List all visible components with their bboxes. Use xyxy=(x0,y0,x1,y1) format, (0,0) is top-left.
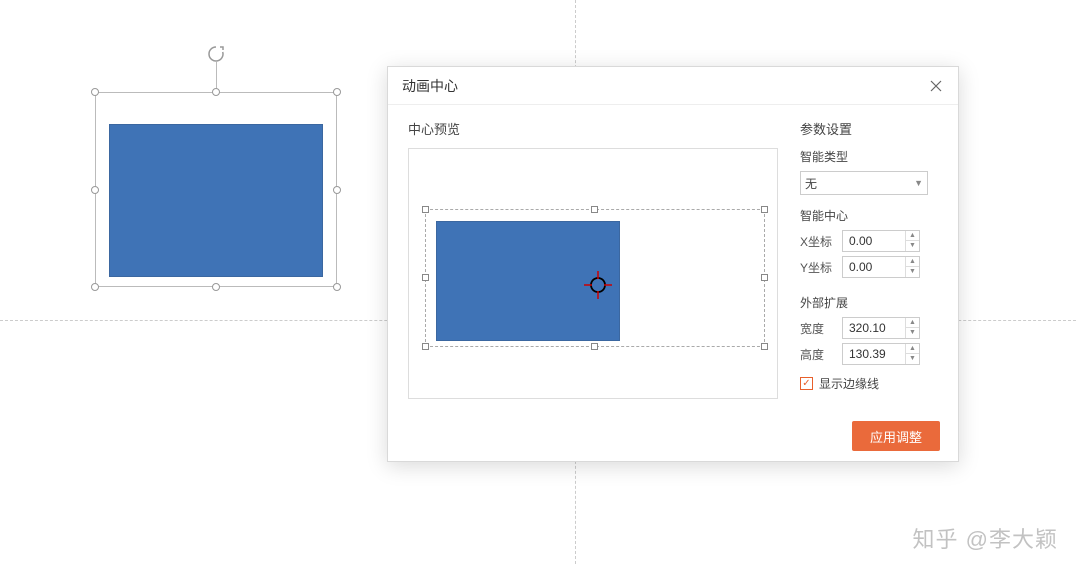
center-crosshair-icon[interactable] xyxy=(584,271,612,304)
external-extent-label: 外部扩展 xyxy=(800,294,940,311)
y-spin-down[interactable]: ▼ xyxy=(906,267,919,277)
width-input[interactable]: 320.10 ▲▼ xyxy=(842,317,920,339)
chevron-down-icon: ▼ xyxy=(914,178,923,188)
extent-handle-tr[interactable] xyxy=(761,206,768,213)
w-spin-down[interactable]: ▼ xyxy=(906,328,919,338)
y-coord-input[interactable]: 0.00 ▲▼ xyxy=(842,256,920,278)
shape-rectangle[interactable] xyxy=(109,124,323,277)
height-label: 高度 xyxy=(800,346,842,363)
smart-type-label: 智能类型 xyxy=(800,148,940,165)
x-spin-down[interactable]: ▼ xyxy=(906,241,919,251)
watermark-text: 知乎 @李大颖 xyxy=(913,522,1058,554)
close-icon[interactable] xyxy=(928,78,944,94)
width-value: 320.10 xyxy=(843,321,905,335)
height-value: 130.39 xyxy=(843,347,905,361)
w-spin-up[interactable]: ▲ xyxy=(906,318,919,328)
params-section-title: 参数设置 xyxy=(800,119,940,138)
animation-center-dialog: 动画中心 中心预览 xyxy=(387,66,959,462)
height-input[interactable]: 130.39 ▲▼ xyxy=(842,343,920,365)
h-spin-up[interactable]: ▲ xyxy=(906,344,919,354)
resize-handle-ml[interactable] xyxy=(91,186,99,194)
show-edge-line-checkbox[interactable]: ✓ 显示边缘线 xyxy=(800,375,940,392)
smart-center-label: 智能中心 xyxy=(800,207,940,224)
x-coord-input[interactable]: 0.00 ▲▼ xyxy=(842,230,920,252)
resize-handle-br[interactable] xyxy=(333,283,341,291)
center-preview-box[interactable] xyxy=(408,148,778,399)
extent-handle-bl[interactable] xyxy=(422,343,429,350)
resize-handle-tm[interactable] xyxy=(212,88,220,96)
extent-handle-mr[interactable] xyxy=(761,274,768,281)
dialog-titlebar[interactable]: 动画中心 xyxy=(388,67,958,105)
smart-type-select[interactable]: 无 ▼ xyxy=(800,171,928,195)
resize-handle-mr[interactable] xyxy=(333,186,341,194)
y-coord-label: Y坐标 xyxy=(800,259,842,276)
canvas-selected-object[interactable] xyxy=(95,92,337,287)
width-label: 宽度 xyxy=(800,320,842,337)
x-coord-label: X坐标 xyxy=(800,233,842,250)
preview-section-title: 中心预览 xyxy=(408,119,778,138)
resize-handle-tl[interactable] xyxy=(91,88,99,96)
extent-handle-tl[interactable] xyxy=(422,206,429,213)
extent-handle-bm[interactable] xyxy=(591,343,598,350)
apply-button[interactable]: 应用调整 xyxy=(852,421,940,451)
extent-handle-br[interactable] xyxy=(761,343,768,350)
resize-handle-tr[interactable] xyxy=(333,88,341,96)
dialog-title: 动画中心 xyxy=(402,76,458,96)
resize-handle-bm[interactable] xyxy=(212,283,220,291)
extent-handle-ml[interactable] xyxy=(422,274,429,281)
checkbox-checked-icon: ✓ xyxy=(800,377,813,390)
rotation-handle-icon[interactable] xyxy=(206,44,226,69)
smart-type-value: 无 xyxy=(805,175,817,192)
h-spin-down[interactable]: ▼ xyxy=(906,354,919,364)
resize-handle-bl[interactable] xyxy=(91,283,99,291)
x-coord-value: 0.00 xyxy=(843,234,905,248)
x-spin-up[interactable]: ▲ xyxy=(906,231,919,241)
y-coord-value: 0.00 xyxy=(843,260,905,274)
show-edge-line-label: 显示边缘线 xyxy=(819,375,879,392)
extent-handle-tm[interactable] xyxy=(591,206,598,213)
y-spin-up[interactable]: ▲ xyxy=(906,257,919,267)
